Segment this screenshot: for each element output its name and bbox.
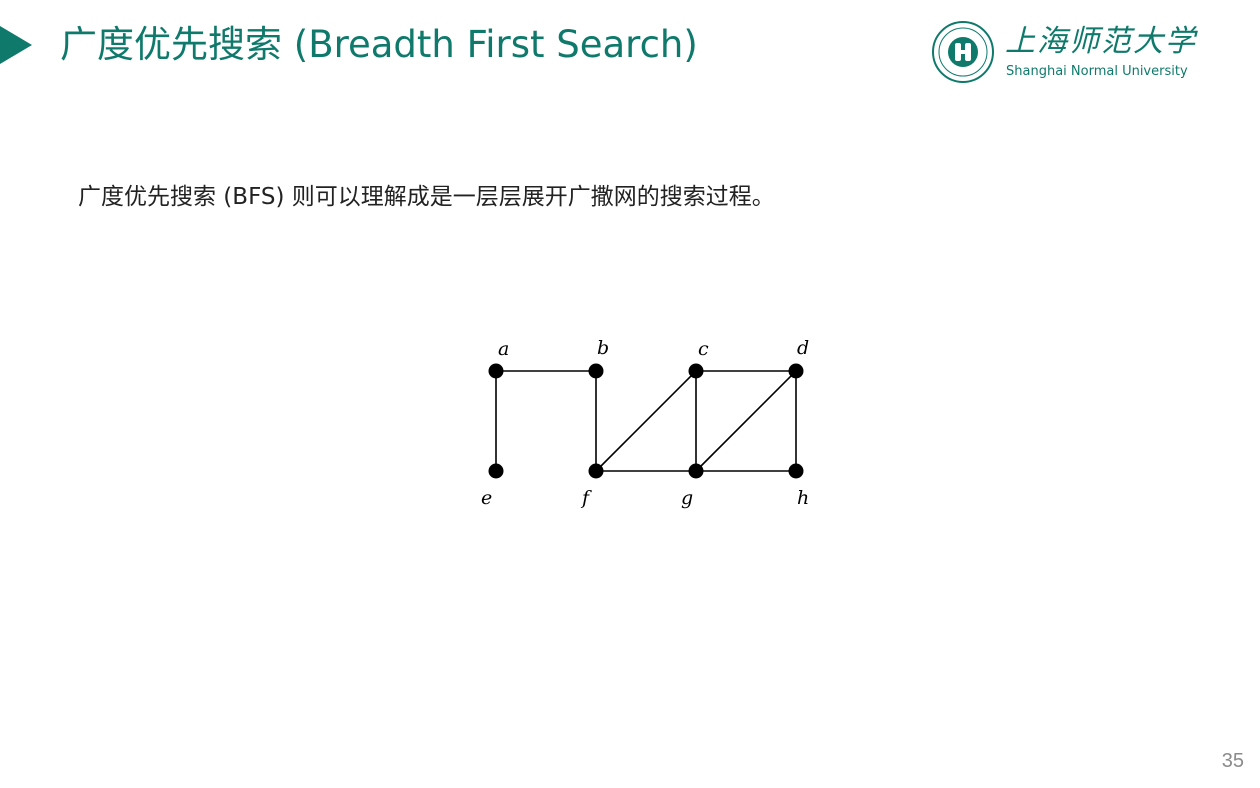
- university-logo: 上海师范大学 Shanghai Normal University: [931, 20, 1195, 86]
- node-label-b: b: [597, 337, 609, 359]
- title-marker: [0, 26, 32, 64]
- node-label-a: a: [498, 338, 509, 360]
- node-b: [588, 363, 604, 379]
- node-label-c: c: [698, 338, 709, 360]
- graph-edges: [495, 370, 797, 472]
- node-label-f: f: [580, 487, 592, 509]
- edge-c-f: [595, 370, 697, 472]
- university-seal-icon: [932, 21, 994, 83]
- graph-diagram: a b c d e f g h: [481, 337, 809, 509]
- node-e: [488, 463, 504, 479]
- slide-title: 广度优先搜索 (Breadth First Search): [60, 23, 698, 66]
- node-c: [688, 363, 704, 379]
- university-name-en: Shanghai Normal University: [1006, 64, 1188, 79]
- node-label-d: d: [797, 337, 809, 359]
- node-label-e: e: [481, 487, 492, 509]
- node-a: [488, 363, 504, 379]
- university-name-cn: 上海师范大学: [1005, 24, 1197, 59]
- node-label-g: g: [681, 487, 693, 509]
- bfs-description: 广度优先搜索 (BFS) 则可以理解成是一层层展开广撒网的搜索过程。: [78, 184, 775, 210]
- node-f: [588, 463, 604, 479]
- node-label-h: h: [797, 487, 809, 509]
- page-number: 35: [1221, 750, 1244, 772]
- node-g: [688, 463, 704, 479]
- edge-d-g: [695, 370, 797, 472]
- node-d: [788, 363, 804, 379]
- node-h: [788, 463, 804, 479]
